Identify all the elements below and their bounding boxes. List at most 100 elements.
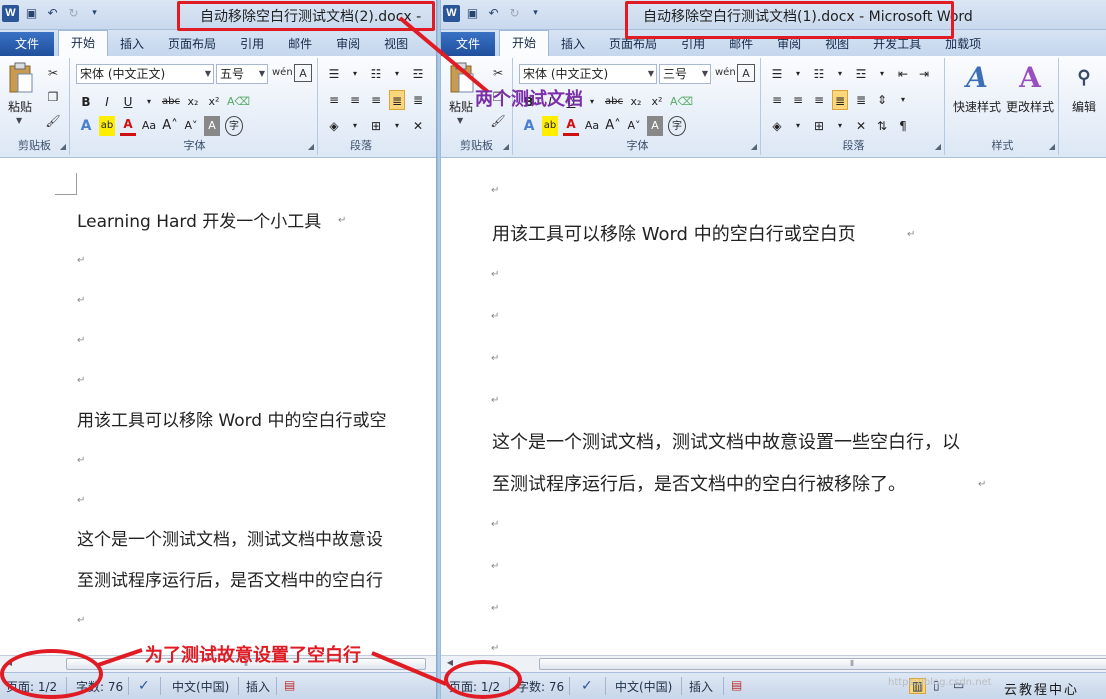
chevron-down-icon[interactable]: ▾ [584,92,600,112]
dialog-launcher-icon[interactable]: ◢ [935,142,941,151]
language-indicator[interactable]: 中文(中国) [172,678,229,695]
insert-mode[interactable]: 插入 [246,678,270,695]
highlight-icon[interactable]: ab [542,116,558,136]
font-name-combo[interactable]: 宋体 (中文正文) ▼ [519,64,657,84]
chevron-down-icon[interactable]: ▼ [16,116,22,125]
numbering-icon[interactable]: ☷ [368,64,384,84]
font-name-combo[interactable]: 宋体 (中文正文) ▼ [76,64,214,84]
chevron-down-icon[interactable]: ▾ [790,64,806,84]
chevron-down-icon[interactable]: ▾ [389,116,405,136]
proofing-icon[interactable]: ✓ [581,678,593,694]
change-styles-button[interactable]: A 更改样式 [1003,62,1057,115]
char-shading-icon[interactable]: A [647,116,663,136]
strikethrough-icon[interactable]: abc [162,92,180,112]
tab-file[interactable]: 文件 [441,32,496,56]
bold-icon[interactable]: B [78,92,94,112]
show-marks-icon[interactable]: ¶ [895,116,911,136]
customize-toolbar-icon[interactable]: ▾ [527,5,544,22]
align-right-icon[interactable]: ≡ [811,90,827,110]
italic-icon[interactable]: I [99,92,115,112]
horizontal-scrollbar[interactable]: ◀ ⦀ [441,655,1106,672]
tab-mailings[interactable]: 邮件 [276,32,324,56]
align-left-icon[interactable]: ≡ [769,90,785,110]
clear-format-icon[interactable]: A⌫ [227,92,250,112]
strikethrough-icon[interactable]: abc [605,92,623,112]
font-color-icon[interactable]: A [563,116,579,136]
proofing-icon[interactable]: ✓ [138,678,150,694]
chevron-down-icon[interactable]: ▼ [259,65,265,83]
word-app-icon[interactable]: W [443,5,460,22]
distributed-icon[interactable]: ≣ [410,90,426,110]
chevron-down-icon[interactable]: ▼ [702,65,708,83]
redo-icon[interactable]: ↻ [65,5,82,22]
bullets-icon[interactable]: ☰ [769,64,785,84]
editing-button[interactable]: ⚲ 编辑 [1065,62,1103,115]
char-shading-icon[interactable]: A [204,116,220,136]
tab-insert[interactable]: 插入 [108,32,156,56]
save-icon[interactable]: ▣ [23,5,40,22]
format-painter-icon[interactable]: 🖌 [489,112,507,130]
document-page[interactable]: Learning Hard 开发一个小工具 ↵ ↵ ↵ ↵ ↵ 用该工具可以移除… [0,159,437,655]
customize-toolbar-icon[interactable]: ▾ [86,5,103,22]
shading-icon[interactable]: ◈ [769,116,785,136]
grow-font-icon[interactable]: A˄ [162,116,178,136]
font-size-combo[interactable]: 三号 ▼ [659,64,711,84]
chevron-down-icon[interactable]: ▾ [874,64,890,84]
borders-icon[interactable]: ⊞ [368,116,384,136]
dialog-launcher-icon[interactable]: ◢ [1049,142,1055,151]
tab-view[interactable]: 视图 [372,32,420,56]
undo-icon[interactable]: ↶ [44,5,61,22]
superscript-icon[interactable]: x² [206,92,222,112]
align-center-icon[interactable]: ≡ [790,90,806,110]
word-app-icon[interactable]: W [2,5,19,22]
align-left-icon[interactable]: ≡ [326,90,342,110]
phonetic-guide-icon[interactable]: wén [272,64,293,82]
grow-font-icon[interactable]: A˄ [605,116,621,136]
cut-icon[interactable]: ✂ [44,64,62,82]
borders-icon[interactable]: ⊞ [811,116,827,136]
chevron-down-icon[interactable]: ▾ [895,90,911,110]
text-effects-icon[interactable]: A [521,116,537,136]
chevron-down-icon[interactable]: ▾ [790,116,806,136]
underline-icon[interactable]: U [120,92,136,112]
insert-mode[interactable]: 插入 [689,678,713,695]
redo-icon[interactable]: ↻ [506,5,523,22]
line-spacing-icon[interactable]: ⇕ [874,90,890,110]
language-indicator[interactable]: 中文(中国) [615,678,672,695]
superscript-icon[interactable]: x² [649,92,665,112]
format-painter-icon[interactable]: 🖌 [44,112,62,130]
justify-icon[interactable]: ≣ [389,90,405,110]
macro-record-icon[interactable]: ▤ [284,678,295,692]
justify-icon[interactable]: ≣ [832,90,848,110]
cut-icon[interactable]: ✂ [489,64,507,82]
phonetic-guide-icon[interactable]: wén [715,64,736,82]
chevron-down-icon[interactable]: ▼ [648,65,654,83]
tab-home[interactable]: 开始 [58,30,109,56]
subscript-icon[interactable]: x₂ [628,92,644,112]
char-border-icon[interactable]: A [294,64,312,82]
dialog-launcher-icon[interactable]: ◢ [503,142,509,151]
chevron-down-icon[interactable]: ▾ [832,116,848,136]
paste-icon[interactable] [449,62,475,94]
text-effects-icon[interactable]: A [78,116,94,136]
scroll-thumb[interactable]: ⦀ [539,658,1106,670]
char-border-icon[interactable]: A [737,64,755,82]
tab-insert[interactable]: 插入 [549,32,597,56]
dialog-launcher-icon[interactable]: ◢ [751,142,757,151]
chevron-down-icon[interactable]: ▼ [457,116,463,125]
change-case-icon[interactable]: Aa [141,116,157,136]
chevron-down-icon[interactable]: ▾ [141,92,157,112]
tab-review[interactable]: 审阅 [324,32,372,56]
chinese-layout-icon[interactable]: ✕ [410,116,426,136]
chevron-down-icon[interactable]: ▾ [389,64,405,84]
subscript-icon[interactable]: x₂ [185,92,201,112]
tab-page-layout[interactable]: 页面布局 [156,32,228,56]
numbering-icon[interactable]: ☷ [811,64,827,84]
document-page[interactable]: ↵ 用该工具可以移除 Word 中的空白行或空白页 ↵ ↵ ↵ ↵ ↵ 这个是一… [441,159,1106,655]
tab-home[interactable]: 开始 [499,30,550,56]
chinese-layout-icon[interactable]: ✕ [853,116,869,136]
chevron-down-icon[interactable]: ▾ [347,64,363,84]
macro-record-icon[interactable]: ▤ [731,678,742,692]
chevron-down-icon[interactable]: ▾ [347,116,363,136]
quick-styles-button[interactable]: A 快速样式 [951,62,1003,115]
